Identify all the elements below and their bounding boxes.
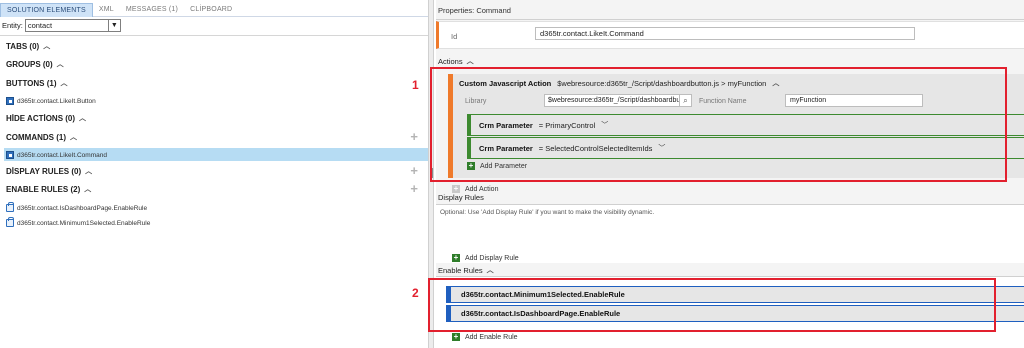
tab-solution-elements[interactable]: SOLUTION ELEMENTS bbox=[0, 3, 93, 17]
add-enable-rule-icon[interactable]: + bbox=[410, 182, 418, 195]
command-icon bbox=[6, 151, 14, 159]
section-buttons[interactable]: BUTTONS (1) ︿ bbox=[6, 77, 68, 89]
add-enable-rule-button[interactable]: + Add Enable Rule bbox=[452, 332, 518, 342]
command-item-label: d365tr.contact.LikeIt.Command bbox=[17, 151, 107, 159]
add-display-rule-icon[interactable]: + bbox=[410, 164, 418, 177]
add-action-label: Add Action bbox=[465, 185, 499, 193]
lock-icon bbox=[6, 217, 14, 227]
actions-header[interactable]: Actions ︿ bbox=[438, 55, 474, 67]
add-command-icon[interactable]: + bbox=[410, 130, 418, 143]
chevron-up-icon[interactable]: ︿ bbox=[57, 59, 64, 69]
chevron-up-icon[interactable]: ︿ bbox=[43, 41, 50, 51]
lock-icon bbox=[6, 202, 14, 212]
chevron-down-icon[interactable]: ▼ bbox=[107, 20, 120, 31]
plus-icon: + bbox=[452, 253, 460, 262]
section-commands[interactable]: COMMANDS (1) ︿ bbox=[6, 131, 77, 143]
enable-rule-item[interactable]: d365tr.contact.IsDashboardPage.EnableRul… bbox=[6, 202, 148, 213]
section-commands-label: COMMANDS (1) bbox=[6, 132, 66, 142]
annotation-number: 1 bbox=[412, 78, 419, 92]
chevron-up-icon[interactable]: ︿ bbox=[70, 132, 77, 142]
tab-clipboard[interactable]: CLİPBOARD bbox=[184, 3, 238, 17]
enable-rule-item-label: d365tr.contact.IsDashboardPage.EnableRul… bbox=[17, 204, 148, 212]
enable-rules-label: Enable Rules bbox=[438, 265, 483, 275]
entity-row: Entity: contact ▼ bbox=[2, 19, 121, 32]
enable-rules-header[interactable]: Enable Rules ︿ bbox=[438, 264, 494, 276]
chevron-up-icon[interactable]: ︿ bbox=[467, 56, 474, 66]
left-tab-bar: SOLUTION ELEMENTS XML MESSAGES (1) CLİPB… bbox=[0, 3, 428, 17]
section-tabs-label: TABS (0) bbox=[6, 41, 40, 51]
button-item[interactable]: d365tr.contact.LikeIt.Button bbox=[6, 96, 96, 106]
id-label: Id bbox=[451, 32, 458, 41]
chevron-up-icon[interactable]: ︿ bbox=[487, 265, 494, 275]
tab-messages[interactable]: MESSAGES (1) bbox=[120, 3, 184, 17]
display-rules-area: Optional: Use 'Add Display Rule' if you … bbox=[436, 204, 1024, 263]
section-display-rules[interactable]: DİSPLAY RULES (0) ︿ bbox=[6, 165, 92, 177]
section-enable-rules[interactable]: ENABLE RULES (2) ︿ bbox=[6, 183, 91, 195]
chevron-up-icon[interactable]: ︿ bbox=[79, 113, 86, 123]
section-groups-label: GROUPS (0) bbox=[6, 59, 53, 69]
divider bbox=[436, 19, 1024, 20]
add-enable-rule-label: Add Enable Rule bbox=[465, 333, 518, 341]
chevron-up-icon[interactable]: ︿ bbox=[84, 184, 91, 194]
display-rules-header[interactable]: Display Rules bbox=[438, 193, 484, 202]
section-groups[interactable]: GROUPS (0) ︿ bbox=[6, 58, 64, 70]
id-input[interactable]: d365tr.contact.LikeIt.Command bbox=[535, 27, 915, 40]
entity-select-value: contact bbox=[27, 21, 53, 30]
chevron-up-icon[interactable]: ︿ bbox=[85, 166, 92, 176]
section-hide-actions[interactable]: HİDE ACTİONS (0) ︿ bbox=[6, 112, 86, 124]
plus-icon: + bbox=[452, 184, 460, 193]
section-buttons-label: BUTTONS (1) bbox=[6, 78, 57, 88]
section-enable-rules-label: ENABLE RULES (2) bbox=[6, 184, 81, 194]
annotation-box bbox=[430, 67, 1007, 182]
entity-label: Entity: bbox=[2, 21, 23, 30]
section-display-rules-label: DİSPLAY RULES (0) bbox=[6, 166, 82, 176]
plus-icon: + bbox=[452, 332, 460, 341]
annotation-box bbox=[428, 278, 996, 332]
display-rules-hint: Optional: Use 'Add Display Rule' if you … bbox=[440, 209, 655, 216]
entity-select[interactable]: contact ▼ bbox=[24, 19, 121, 32]
divider bbox=[0, 35, 428, 36]
button-icon bbox=[6, 97, 14, 105]
enable-rule-item[interactable]: d365tr.contact.Minimum1Selected.EnableRu… bbox=[6, 217, 151, 228]
solution-elements-pane: SOLUTION ELEMENTS XML MESSAGES (1) CLİPB… bbox=[0, 0, 428, 348]
id-row: Id d365tr.contact.LikeIt.Command bbox=[436, 21, 1024, 49]
button-item-label: d365tr.contact.LikeIt.Button bbox=[17, 97, 96, 105]
chevron-up-icon[interactable]: ︿ bbox=[61, 78, 68, 88]
properties-title: Properties: Command bbox=[438, 6, 511, 15]
enable-rule-item-label: d365tr.contact.Minimum1Selected.EnableRu… bbox=[17, 219, 151, 227]
add-display-rule-button[interactable]: + Add Display Rule bbox=[452, 253, 519, 263]
tab-xml[interactable]: XML bbox=[93, 3, 120, 17]
annotation-number: 2 bbox=[412, 286, 419, 300]
add-display-rule-label: Add Display Rule bbox=[465, 254, 519, 262]
section-hide-actions-label: HİDE ACTİONS (0) bbox=[6, 113, 76, 123]
section-tabs[interactable]: TABS (0) ︿ bbox=[6, 40, 50, 52]
actions-label: Actions bbox=[438, 56, 463, 66]
command-item[interactable]: d365tr.contact.LikeIt.Command bbox=[6, 150, 107, 160]
